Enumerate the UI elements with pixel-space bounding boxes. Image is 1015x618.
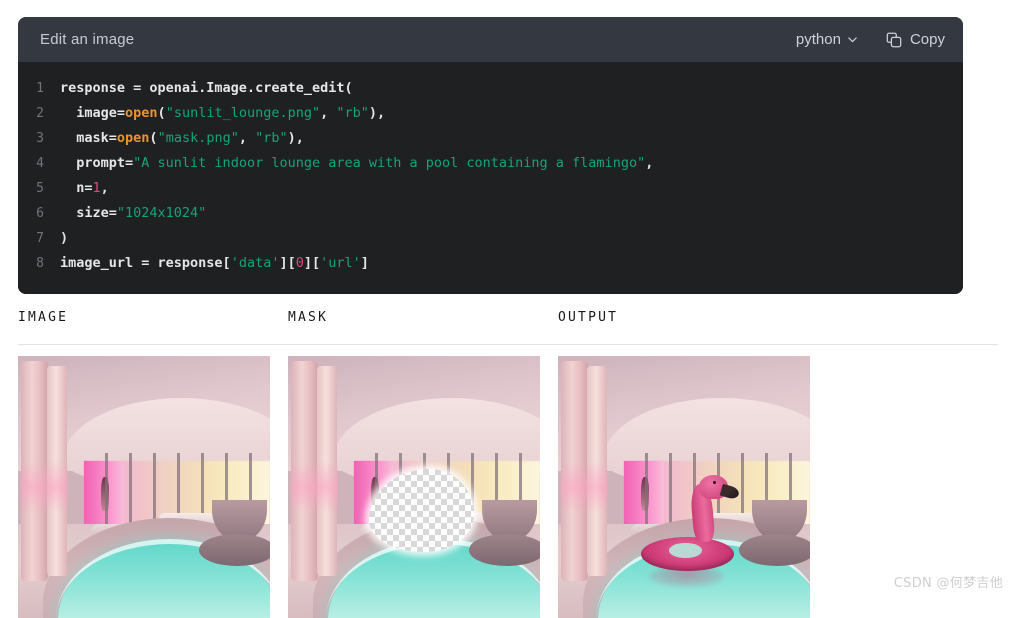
code-token: 0 (295, 255, 304, 271)
code-token: ( (157, 105, 166, 121)
scene-side-table (199, 534, 270, 566)
code-token: , (238, 130, 256, 146)
code-token: ), (368, 105, 386, 121)
code-line-number: 1 (36, 81, 44, 96)
code-line-text: n=1, (60, 176, 109, 201)
code-line: 5 n=1, (18, 176, 963, 201)
scene-side-table (739, 534, 810, 566)
code-token: prompt= (60, 155, 134, 171)
code-token: ), (287, 130, 304, 146)
code-line-text: size="1024x1024" (60, 201, 206, 226)
language-selector[interactable]: python (796, 31, 858, 48)
gallery-divider (18, 344, 998, 345)
code-line-text: image_url = response['data'][0]['url'] (60, 251, 369, 276)
copy-button[interactable]: Copy (886, 31, 945, 48)
code-block-title: Edit an image (40, 31, 135, 48)
code-line-text: mask=open("mask.png", "rb"), (60, 126, 304, 151)
code-line-number: 3 (36, 131, 44, 146)
gallery-labels-row: IMAGE MASK OUTPUT (18, 310, 998, 344)
code-token: open (125, 105, 158, 121)
code-token: "A sunlit indoor lounge area with a pool… (133, 155, 646, 171)
results-gallery: IMAGE MASK OUTPUT (18, 310, 998, 618)
code-token: "1024x1024" (116, 205, 207, 221)
code-token: open (116, 130, 150, 146)
thumbnail-image[interactable] (18, 356, 270, 618)
scene-column-glow (290, 460, 339, 514)
code-line: 1 response = openai.Image.create_edit( (18, 76, 963, 101)
code-token: response = openai.Image.create_edit( (60, 80, 353, 96)
code-line: 4 prompt="A sunlit indoor lounge area wi… (18, 151, 963, 176)
code-line: 6 size="1024x1024" (18, 201, 963, 226)
code-line-number: 8 (36, 256, 44, 271)
thumbnail-mask[interactable] (288, 356, 540, 618)
code-block-card: Edit an image python Copy 1 response = op… (18, 17, 963, 294)
scene-side-table (469, 534, 540, 566)
lounge-scene-source (18, 356, 270, 618)
code-token: size= (60, 205, 117, 221)
code-token: 1 (92, 180, 101, 196)
gallery-thumbnails-row (18, 356, 998, 618)
code-content[interactable]: 1 response = openai.Image.create_edit( 2 i… (18, 62, 963, 294)
lounge-scene-mask (288, 356, 540, 618)
code-line-text: prompt="A sunlit indoor lounge area with… (60, 151, 653, 176)
language-label: python (795, 31, 841, 48)
code-token: "rb" (255, 130, 288, 146)
lounge-scene-output (558, 356, 810, 618)
gallery-label-mask: MASK (288, 310, 329, 325)
code-token: mask= (60, 130, 117, 146)
scene-column-glow (560, 460, 609, 514)
copy-icon (886, 32, 902, 48)
flamingo-float-hole (668, 543, 702, 558)
code-token: image_url = response[ (60, 255, 231, 271)
code-line-number: 6 (36, 206, 44, 221)
code-line: 3 mask=open("mask.png", "rb"), (18, 126, 963, 151)
code-token: ] (360, 255, 369, 271)
code-line-number: 4 (36, 156, 44, 171)
code-token: "mask.png" (157, 130, 239, 146)
code-line-text: response = openai.Image.create_edit( (60, 76, 353, 101)
code-line-text: image=open("sunlit_lounge.png", "rb"), (60, 101, 385, 126)
thumbnail-output[interactable] (558, 356, 810, 618)
code-token: 'data' (230, 255, 280, 271)
code-token: "rb" (336, 105, 369, 121)
code-line-number: 2 (36, 106, 44, 121)
watermark-text: CSDN @何梦吉他 (893, 576, 1003, 591)
scene-column-glow (20, 460, 69, 514)
code-line-number: 5 (36, 181, 44, 196)
code-line: 7) (18, 226, 963, 251)
code-token: "sunlit_lounge.png" (165, 105, 321, 121)
code-token: , (320, 105, 337, 121)
code-line-number: 7 (36, 231, 44, 246)
chevron-down-icon (847, 34, 858, 45)
code-token: 'url' (320, 255, 361, 271)
gallery-label-image: IMAGE (18, 310, 69, 325)
code-token: ][ (279, 255, 296, 271)
code-line: 8 image_url = response['data'][0]['url'] (18, 251, 963, 276)
code-token: ) (60, 230, 69, 246)
code-token: , (100, 180, 109, 196)
code-token: ( (149, 130, 158, 146)
copy-button-label: Copy (909, 31, 945, 48)
code-block-header: Edit an image python Copy (18, 17, 963, 62)
code-token: n= (60, 180, 93, 196)
code-token: , (645, 155, 654, 171)
gallery-label-output: OUTPUT (558, 310, 619, 325)
code-line: 2 image=open("sunlit_lounge.png", "rb"), (18, 101, 963, 126)
code-token: ][ (303, 255, 321, 271)
code-line-text: ) (60, 226, 68, 251)
code-token: image= (60, 105, 126, 121)
